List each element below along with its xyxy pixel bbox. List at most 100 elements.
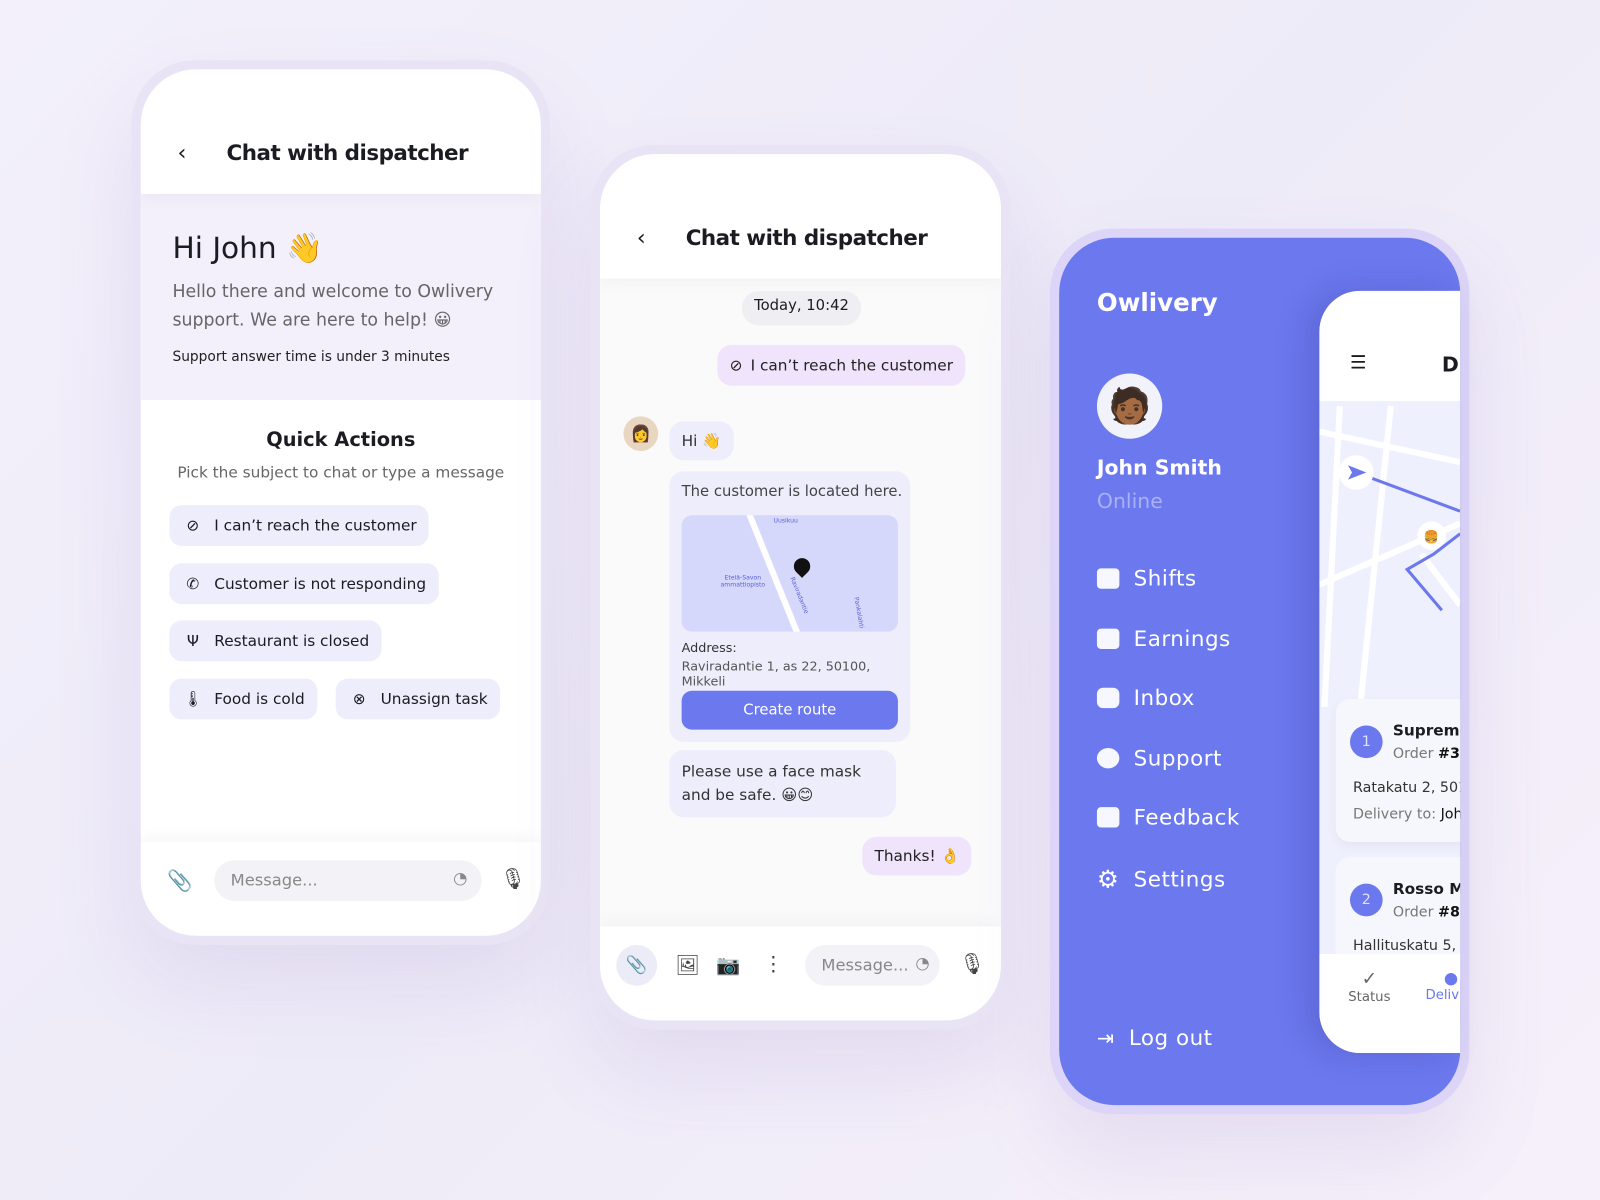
map-label: Raviradantie — [788, 576, 810, 615]
inner-app-panel: ☰ D 🍔 1 Supreme Order #37 Ratakatu 2, 50… — [1319, 290, 1461, 1054]
message-input[interactable]: Message... ◔ — [805, 944, 940, 986]
delivery-label: Delivery to: — [1353, 806, 1437, 823]
message-input[interactable]: Message... ◔ — [214, 860, 482, 902]
action-not-responding[interactable]: ✆ Customer is not responding — [169, 563, 439, 605]
calendar-icon — [1096, 568, 1120, 589]
logout-icon: ⇥ — [1096, 1025, 1115, 1050]
message-text: I can’t reach the customer — [750, 356, 953, 375]
received-message: Hi 👋 — [669, 421, 734, 461]
placeholder: Message... — [821, 955, 909, 975]
user-status: Online — [1096, 488, 1163, 514]
location-text: The customer is located here. — [681, 483, 903, 500]
tab-label: Status — [1348, 989, 1391, 1006]
check-icon: ✓ — [1361, 968, 1378, 990]
sticker-icon[interactable]: ◔ — [915, 953, 929, 972]
hamburger-icon[interactable]: ☰ — [1350, 352, 1366, 373]
message-icon — [1096, 807, 1120, 828]
header: ‹ Chat with dispatcher — [599, 154, 1002, 279]
phone-1-screen: ‹ Chat with dispatcher Hi John 👋 Hello t… — [140, 69, 541, 936]
action-restaurant-closed[interactable]: Ψ Restaurant is closed — [169, 620, 382, 662]
action-food-cold[interactable]: 🌡 Food is cold — [169, 678, 317, 720]
tab-label: Deliv — [1425, 987, 1460, 1004]
attach-icon[interactable]: 📎 — [616, 944, 658, 986]
order-card-1[interactable]: 1 Supreme Order #37 Ratakatu 2, 501 Deli… — [1335, 698, 1461, 842]
map-pin-icon — [790, 554, 814, 578]
order-label: Order — [1392, 745, 1434, 763]
back-icon[interactable]: ‹ — [637, 226, 646, 252]
thermometer-icon: 🌡 — [183, 689, 203, 709]
restaurant-name: Supreme — [1392, 721, 1460, 740]
sent-message: ⊘ I can’t reach the customer — [717, 344, 966, 386]
location-off-icon: ⊘ — [186, 516, 200, 535]
date-badge: Today, 10:42 — [741, 290, 862, 326]
logout-button[interactable]: ⇥ Log out — [1097, 1026, 1213, 1050]
order-address: Hallituskatu 5, 5 — [1353, 937, 1461, 955]
menu-item-support[interactable]: Support — [1096, 745, 1222, 771]
route-map[interactable]: 🍔 — [1319, 401, 1461, 708]
placeholder: Message... — [230, 870, 318, 890]
road — [744, 515, 805, 632]
action-label: I can’t reach the customer — [214, 516, 417, 535]
answer-time: Support answer time is under 3 minutes — [172, 348, 450, 366]
map-label: Uusikuu — [773, 517, 798, 525]
header: ‹ Chat with dispatcher — [140, 69, 541, 194]
x-circle-icon: ⊗ — [352, 689, 366, 709]
tab-status[interactable]: ✓ Status — [1342, 968, 1397, 1005]
address-value: Raviradantie 1, as 22, 50100, Mikkeli — [681, 658, 871, 689]
action-label: Unassign task — [380, 689, 488, 709]
back-icon[interactable]: ‹ — [178, 141, 187, 167]
dispatcher-avatar: 👩 — [623, 416, 659, 452]
map-label: Pankalahti — [852, 596, 865, 629]
cutlery-icon: Ψ — [186, 631, 199, 650]
action-label: Customer is not responding — [214, 574, 427, 593]
bottom-tab-bar: ✓ Status ● Deliv — [1319, 954, 1461, 1054]
phone-2-screen: ‹ Chat with dispatcher Today, 10:42 ⊘ I c… — [599, 154, 1002, 1021]
menu-item-inbox[interactable]: Inbox — [1096, 685, 1195, 711]
restaurant-name: Rosso Mi — [1392, 879, 1460, 898]
inbox-icon — [1096, 687, 1120, 709]
composer: 📎 Message... ◔ 🎙 — [140, 841, 541, 936]
menu-label: Support — [1133, 745, 1222, 771]
attach-icon[interactable]: 📎 — [167, 868, 192, 892]
mic-icon[interactable]: 🎙 — [500, 866, 526, 890]
received-message: Please use a face mask and be safe. 😀😊 — [669, 749, 896, 818]
card-icon — [1096, 628, 1120, 649]
greeting: Hi John 👋 — [172, 230, 323, 266]
brand-logo: Owlivery — [1096, 288, 1218, 318]
order-address: Ratakatu 2, 501 — [1353, 779, 1461, 796]
quick-actions-subtitle: Pick the subject to chat or type a messa… — [177, 463, 505, 482]
action-unassign[interactable]: ⊗ Unassign task — [335, 678, 500, 720]
image-icon[interactable]: 🖼 — [676, 953, 701, 976]
menu-label: Feedback — [1133, 805, 1240, 830]
page-title: Chat with dispatcher — [685, 225, 928, 250]
more-icon[interactable]: ⋮ — [763, 951, 783, 975]
sent-message: Thanks! 👌 — [862, 836, 972, 876]
action-label: Restaurant is closed — [214, 631, 370, 650]
tab-deliveries[interactable]: ● Deliv — [1425, 968, 1459, 1003]
sticker-icon[interactable]: ◔ — [453, 868, 467, 887]
menu-label: Settings — [1133, 867, 1226, 892]
map-preview[interactable]: Uusikuu Etelä-Savon ammattiopisto Ravira… — [681, 515, 898, 632]
address-label: Address: — [681, 639, 737, 656]
menu-item-settings[interactable]: ⚙ Settings — [1097, 865, 1226, 894]
avatar[interactable]: 🧑🏾 — [1096, 373, 1163, 439]
create-route-button[interactable]: Create route — [681, 690, 898, 730]
help-icon — [1096, 747, 1120, 769]
map-label: Etelä-Savon ammattiopisto — [720, 574, 766, 589]
page-title: Chat with dispatcher — [226, 140, 469, 166]
menu-label: Inbox — [1133, 685, 1195, 711]
order-number-badge: 2 — [1349, 883, 1383, 917]
phone-off-icon: ✆ — [186, 574, 200, 593]
menu-item-shifts[interactable]: Shifts — [1096, 566, 1197, 591]
order-label: Order — [1392, 904, 1434, 921]
burger-marker-icon: 🍔 — [1423, 529, 1438, 544]
inner-title: D — [1441, 352, 1459, 377]
action-cant-reach[interactable]: ⊘ I can’t reach the customer — [169, 505, 429, 546]
location-off-icon: ⊘ — [729, 356, 743, 375]
camera-icon[interactable]: 📷 — [716, 953, 740, 976]
menu-item-earnings[interactable]: Earnings — [1096, 627, 1231, 651]
menu-item-feedback[interactable]: Feedback — [1096, 805, 1240, 830]
gear-icon: ⚙ — [1096, 865, 1120, 894]
mic-icon[interactable]: 🎙 — [959, 951, 985, 975]
welcome-section: Hi John 👋 Hello there and welcome to Owl… — [140, 193, 541, 400]
